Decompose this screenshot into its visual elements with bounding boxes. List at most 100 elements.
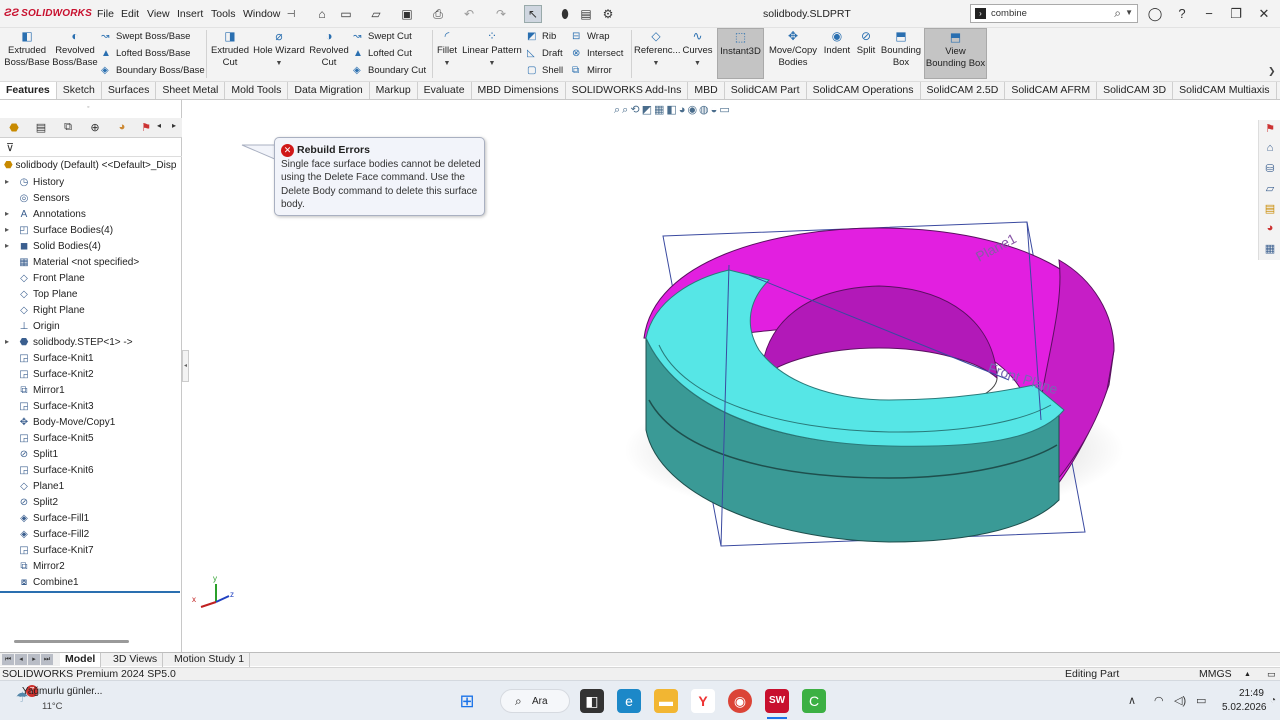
tree-item[interactable]: ◎ Sensors [0, 192, 182, 208]
chevron-down-icon[interactable]: ▼ [653, 60, 660, 67]
expand-arrow-icon[interactable]: ▸ [5, 337, 9, 346]
taskbar-clock[interactable]: 21:49 5.02.2026 [1222, 687, 1267, 715]
tab-solidworks-add-ins[interactable]: SOLIDWORKS Add-Ins [566, 82, 689, 99]
expand-arrow-icon[interactable]: ▸ [5, 177, 9, 186]
extruded-cut-button[interactable]: ◨ Extruded Cut [209, 30, 251, 69]
custom-properties-icon[interactable]: ▦ [1262, 242, 1278, 258]
apply-scene-icon[interactable]: ◒ [711, 104, 720, 116]
shell-button[interactable]: ▢ Shell [527, 64, 563, 78]
tree-item[interactable]: ◇ Top Plane [0, 288, 182, 304]
panel-collapse-handle[interactable]: ◂ [182, 350, 189, 382]
lofted-cut-button[interactable]: ▲ Lofted Cut [353, 47, 412, 61]
first-tab-icon[interactable]: ⏮ [2, 654, 14, 665]
fillet-button[interactable]: ◜ Fillet ▼ [435, 30, 459, 70]
next-tab-icon[interactable]: ▸ [28, 654, 40, 665]
edge-browser-icon[interactable]: e [617, 689, 641, 713]
save-icon[interactable]: ▣ [398, 5, 416, 23]
minimize-icon[interactable]: − [1199, 6, 1219, 21]
tree-item[interactable]: ▸ ◼ Solid Bodies(4) [0, 240, 182, 256]
menu-insert[interactable]: Insert [177, 8, 203, 20]
tree-item[interactable]: ◈ Surface-Fill2 [0, 528, 182, 544]
appearance-tab-icon[interactable]: ◕ [114, 121, 130, 135]
tab-solidcam-2-5d[interactable]: SolidCAM 2.5D [921, 82, 1006, 99]
reference-geometry-button[interactable]: ◇ Referenc... ▼ [634, 30, 680, 70]
tab-mbd[interactable]: MBD [688, 82, 725, 99]
menu-edit[interactable]: Edit [121, 8, 139, 20]
tab-features[interactable]: Features [0, 82, 57, 99]
rebuild-error-balloon[interactable]: ✕ Rebuild Errors Single face surface bod… [274, 137, 485, 216]
dynamic-annotation-icon[interactable]: ▦ [654, 104, 666, 116]
configuration-manager-tab-icon[interactable]: ⧉ [60, 121, 76, 135]
tab-model[interactable]: Model [60, 653, 102, 667]
chevron-down-icon[interactable]: ▼ [1125, 8, 1133, 17]
tree-item[interactable]: ▸ ◷ History [0, 176, 182, 192]
wrap-button[interactable]: ⊟ Wrap [572, 30, 610, 44]
taskbar-search[interactable]: ⌕ Ara [500, 689, 570, 713]
appearances-icon[interactable]: ◕ [1262, 222, 1278, 238]
chevron-down-icon[interactable]: ▼ [694, 60, 701, 67]
weather-text[interactable]: Yağmurlu günler... [22, 686, 102, 697]
panel-grip-icon[interactable]: ◦ [87, 104, 89, 111]
tab-motion-study-1[interactable]: Motion Study 1 [169, 653, 251, 667]
undo-icon[interactable]: ↶ [460, 5, 478, 23]
expand-arrow-icon[interactable]: ▸ [5, 225, 9, 234]
restore-icon[interactable]: ❐ [1226, 6, 1246, 22]
solidcam-icon[interactable]: ⚑ [1262, 122, 1278, 138]
dimxpert-tab-icon[interactable]: ⊕ [87, 121, 103, 135]
tree-item[interactable]: ⧉ Mirror1 [0, 384, 182, 400]
revolved-boss-button[interactable]: ◐ Revolved Boss/Base [52, 30, 98, 69]
tab-sheet-metal[interactable]: Sheet Metal [156, 82, 226, 99]
tree-item[interactable]: ◲ Surface-Knit1 [0, 352, 182, 368]
chevron-down-icon[interactable]: ▼ [489, 60, 496, 67]
volume-icon[interactable]: ◁) [1174, 694, 1186, 707]
tree-item[interactable]: ◲ Surface-Knit6 [0, 464, 182, 480]
tree-root[interactable]: ⬣ solidbody (Default) <<Default>_Disp [4, 160, 176, 171]
view-palette-icon[interactable]: ▤ [1262, 202, 1278, 218]
tree-item[interactable]: ▸ ◰ Surface Bodies(4) [0, 224, 182, 240]
tree-item[interactable]: ◈ Surface-Fill1 [0, 512, 182, 528]
pin-icon[interactable]: ⊣ [282, 5, 300, 23]
task-view-icon[interactable]: ◧ [580, 689, 604, 713]
tab-solidcam-part[interactable]: SolidCAM Part [725, 82, 807, 99]
tab-mold-tools[interactable]: Mold Tools [225, 82, 289, 99]
new-document-icon[interactable]: ▭ [337, 5, 355, 23]
search-input[interactable] [991, 7, 1101, 20]
help-icon[interactable]: ? [1172, 6, 1192, 21]
expand-arrow-icon[interactable]: ▸ [5, 209, 9, 218]
battery-icon[interactable]: ▭ [1196, 694, 1206, 707]
tree-item[interactable]: ✥ Body-Move/Copy1 [0, 416, 182, 432]
tree-item[interactable]: ◇ Right Plane [0, 304, 182, 320]
file-explorer-icon[interactable]: ▱ [1262, 182, 1278, 198]
menu-file[interactable]: File [97, 8, 114, 20]
extruded-boss-button[interactable]: ◧ Extruded Boss/Base [4, 30, 50, 69]
redo-icon[interactable]: ↷ [492, 5, 510, 23]
user-account-icon[interactable]: ◯ [1145, 6, 1165, 22]
bounding-box-button[interactable]: ⬒ Bounding Box [880, 30, 922, 69]
feature-manager-tab-icon[interactable]: ⬣ [6, 121, 22, 135]
tree-item[interactable]: ◲ Surface-Knit7 [0, 544, 182, 560]
edit-appearance-icon[interactable]: ◍ [699, 104, 711, 116]
tree-item[interactable]: ◲ Surface-Knit5 [0, 432, 182, 448]
tree-item[interactable]: ◲ Surface-Knit2 [0, 368, 182, 384]
menu-view[interactable]: View [147, 8, 170, 20]
tree-item[interactable]: ◇ Plane1 [0, 480, 182, 496]
menu-window[interactable]: Window [243, 8, 280, 20]
tab-solidcam-3d[interactable]: SolidCAM 3D [1097, 82, 1174, 99]
tray-chevron-up-icon[interactable]: ∧ [1128, 694, 1136, 707]
notification-bell-icon[interactable]: ◔ [1270, 695, 1276, 706]
ribbon-expand-icon[interactable]: ❯ [1268, 66, 1276, 77]
menu-tools[interactable]: Tools [211, 8, 236, 20]
tab-solidcam-afrm[interactable]: SolidCAM AFRM [1005, 82, 1098, 99]
file-explorer-icon[interactable]: ▬ [654, 689, 678, 713]
linear-pattern-button[interactable]: ⁘ Linear Pattern ▼ [462, 30, 522, 70]
boundary-cut-button[interactable]: ◈ Boundary Cut [353, 64, 426, 78]
command-search-box[interactable]: › ⌕ ▼ [970, 4, 1138, 23]
previous-view-icon[interactable]: ⟲ [630, 104, 641, 116]
tab-markup[interactable]: Markup [370, 82, 418, 99]
tab-3d-views[interactable]: 3D Views [108, 653, 164, 667]
tree-item[interactable]: ⧉ Mirror2 [0, 560, 182, 576]
design-library-icon[interactable]: ⛁ [1262, 162, 1278, 178]
swept-boss-button[interactable]: ↝ Swept Boss/Base [101, 30, 190, 44]
chevron-left-icon[interactable]: ◂ [151, 121, 167, 135]
print-icon[interactable]: ⎙ [429, 5, 447, 23]
